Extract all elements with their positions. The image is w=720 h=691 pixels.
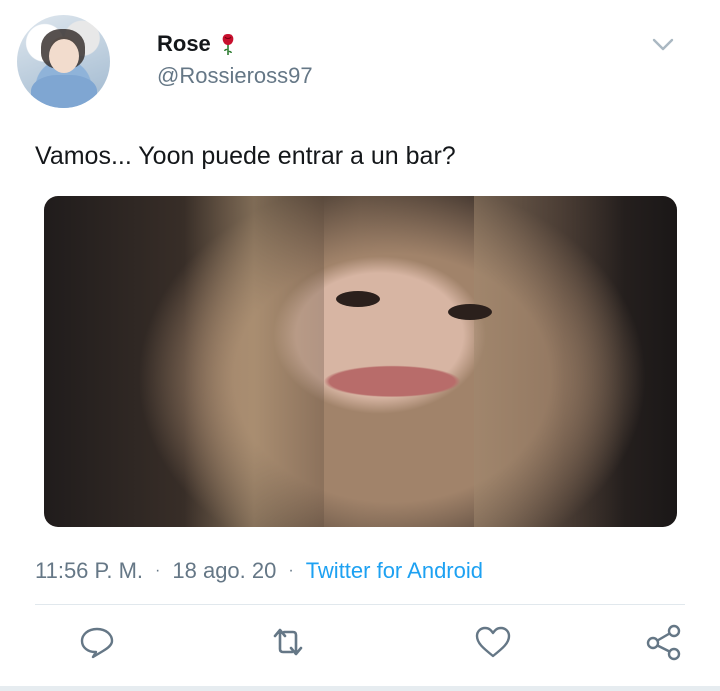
reply-icon: [80, 627, 114, 659]
photo-eye-right: [448, 304, 492, 320]
action-bar: [0, 622, 720, 666]
avatar[interactable]: [17, 15, 110, 108]
meta-separator: ·: [155, 562, 161, 579]
heart-icon: [475, 626, 511, 658]
share-icon: [646, 624, 681, 661]
tweet-text: Vamos... Yoon puede entrar a un bar?: [35, 142, 456, 170]
tweet-photo[interactable]: [44, 196, 677, 527]
tweet-date: 18 ago. 20: [172, 558, 277, 583]
reply-button[interactable]: [77, 622, 117, 662]
rose-icon: [220, 32, 236, 56]
retweet-button[interactable]: [268, 622, 308, 662]
tweet-source-link[interactable]: Twitter for Android: [306, 558, 483, 584]
tweet-meta: 11:56 P. M. · 18 ago. 20 · Twitter for A…: [35, 558, 483, 584]
author-name[interactable]: Rose: [157, 31, 211, 57]
photo-hair-left: [184, 196, 324, 527]
like-button[interactable]: [473, 622, 513, 662]
author-handle[interactable]: @Rossieross97: [157, 63, 313, 89]
share-button[interactable]: [644, 622, 684, 662]
photo-hair-right: [474, 196, 624, 527]
avatar-body: [31, 75, 97, 108]
meta-separator: ·: [288, 562, 294, 579]
bottom-border: [0, 686, 720, 691]
chevron-down-icon[interactable]: [652, 38, 674, 52]
avatar-face: [49, 39, 79, 73]
author-row: Rose: [157, 31, 236, 57]
photo-eye-left: [336, 291, 380, 307]
divider: [35, 604, 685, 605]
tweet-time: 11:56 P. M.: [35, 558, 144, 583]
retweet-icon: [273, 628, 303, 656]
